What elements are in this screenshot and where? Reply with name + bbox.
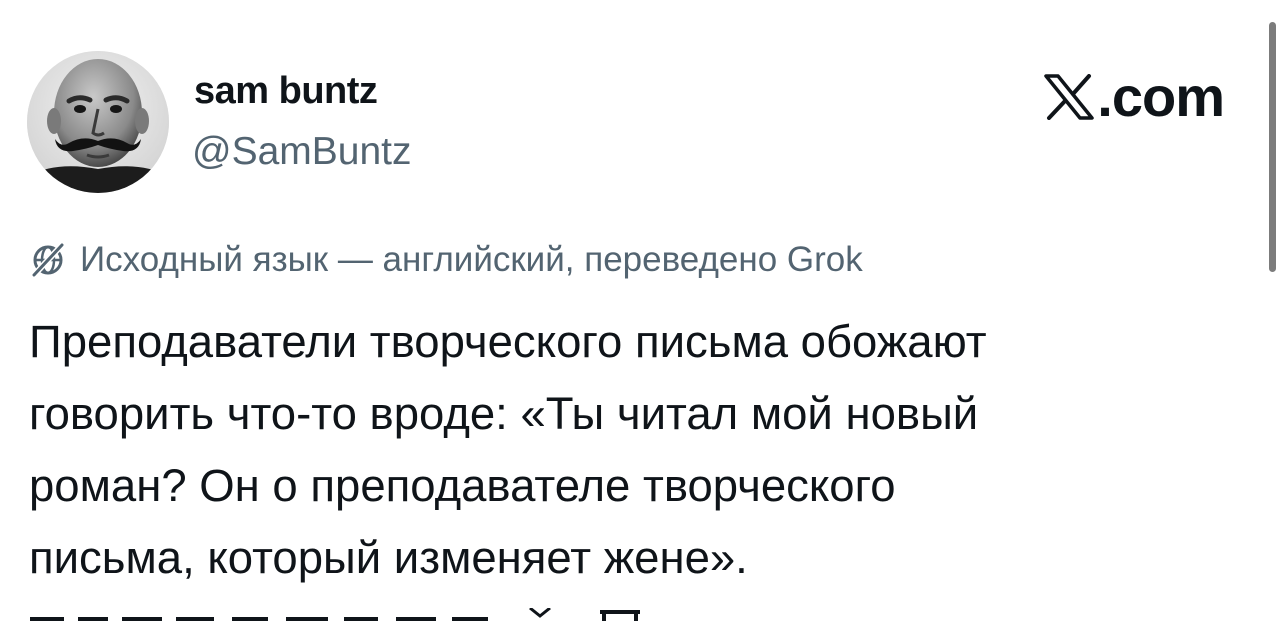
author-handle[interactable]: @SamBuntz — [192, 130, 412, 174]
translation-note[interactable]: Исходный язык — английский, переведено G… — [30, 240, 863, 280]
brand-domain-label: .com — [1097, 65, 1225, 128]
tweet-text-line: говорить что-то вроде: «Ты читал мой нов… — [29, 388, 979, 439]
clipped-glyph-tops — [30, 608, 640, 621]
author-display-name[interactable]: sam buntz — [194, 70, 378, 113]
x-com-brand[interactable]: .com — [1044, 64, 1225, 129]
tweet-screenshot: sam buntz @SamBuntz .com Исходный язык —… — [0, 0, 1284, 621]
scrollbar-thumb[interactable] — [1269, 22, 1276, 272]
avatar[interactable] — [27, 51, 169, 193]
clipped-next-content — [0, 608, 1284, 621]
translation-note-text: Исходный язык — английский, переведено G… — [80, 240, 863, 279]
tweet-text-line: Преподаватели творческого письма обожают — [29, 316, 987, 367]
x-logo-icon — [1044, 73, 1095, 120]
tweet-text-line: письма, который изменяет жене». — [29, 532, 748, 583]
avatar-photo — [27, 51, 169, 193]
globe-off-icon — [31, 242, 65, 278]
tweet-text: Преподаватели творческого письма обожают… — [29, 306, 1244, 594]
tweet-text-line: роман? Он о преподавателе творческого — [29, 460, 896, 511]
